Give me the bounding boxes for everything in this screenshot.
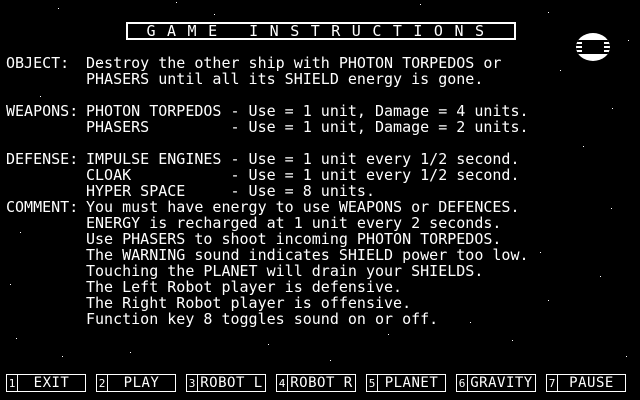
f1-key-number: 1	[7, 375, 18, 391]
comment-label: COMMENT:	[6, 198, 79, 216]
comment-line-8: Function key 8 toggles sound on or off.	[86, 310, 439, 328]
title-banner: GAME INSTRUCTIONS	[126, 22, 516, 40]
f2-play-button[interactable]: 2 PLAY	[96, 374, 176, 392]
f1-key-label: EXIT	[33, 375, 70, 391]
f3-robot-left-button[interactable]: 3 ROBOT L	[186, 374, 266, 392]
comment-line-3: Use PHASERS to shoot incoming PHOTON TOR…	[86, 230, 502, 248]
planet-icon	[576, 33, 610, 61]
f5-planet-button[interactable]: 5 PLANET	[366, 374, 446, 392]
comment-line-6: The Left Robot player is defensive.	[86, 278, 403, 296]
comment-line-1: You must have energy to use WEAPONS or D…	[86, 198, 520, 216]
f2-key-label: PLAY	[123, 375, 160, 391]
f5-key-label: PLANET	[384, 375, 439, 391]
f3-key-number: 3	[187, 375, 198, 391]
weapons-line-1: PHOTON TORPEDOS - Use = 1 unit, Damage =…	[86, 102, 529, 120]
weapons-line-2: PHASERS - Use = 1 unit, Damage = 2 units…	[86, 118, 529, 136]
f5-key-number: 5	[367, 375, 378, 391]
function-key-bar: 1 EXIT 2 PLAY 3 ROBOT L 4 ROBOT R 5 PLAN…	[0, 374, 640, 392]
object-line-2: PHASERS until all its SHIELD energy is g…	[86, 70, 484, 88]
object-line-1: Destroy the other ship with PHOTON TORPE…	[86, 54, 502, 72]
comment-line-2: ENERGY is recharged at 1 unit every 2 se…	[86, 214, 502, 232]
comment-line-5: Touching the PLANET will drain your SHIE…	[86, 262, 484, 280]
f7-pause-button[interactable]: 7 PAUSE	[546, 374, 626, 392]
f4-key-label: ROBOT R	[290, 375, 353, 391]
f2-key-number: 2	[97, 375, 108, 391]
defense-label: DEFENSE:	[6, 150, 79, 168]
f4-key-number: 4	[277, 375, 288, 391]
game-screen: GAME INSTRUCTIONS OBJECT: Destroy the ot…	[0, 0, 640, 400]
page-title: GAME INSTRUCTIONS	[146, 22, 496, 40]
comment-line-4: The WARNING sound indicates SHIELD power…	[86, 246, 529, 264]
f6-gravity-button[interactable]: 6 GRAVITY	[456, 374, 536, 392]
f7-key-number: 7	[547, 375, 558, 391]
comment-line-7: The Right Robot player is offensive.	[86, 294, 412, 312]
f3-key-label: ROBOT L	[200, 375, 263, 391]
object-label: OBJECT:	[6, 54, 70, 72]
defense-line-1: IMPULSE ENGINES - Use = 1 unit every 1/2…	[86, 150, 520, 168]
defense-line-2: CLOAK - Use = 1 unit every 1/2 second.	[86, 166, 520, 184]
defense-line-3: HYPER SPACE - Use = 8 units.	[86, 182, 375, 200]
f6-key-label: GRAVITY	[470, 375, 533, 391]
f7-key-label: PAUSE	[569, 375, 614, 391]
f6-key-number: 6	[457, 375, 468, 391]
weapons-label: WEAPONS:	[6, 102, 79, 120]
f4-robot-right-button[interactable]: 4 ROBOT R	[276, 374, 356, 392]
f1-exit-button[interactable]: 1 EXIT	[6, 374, 86, 392]
